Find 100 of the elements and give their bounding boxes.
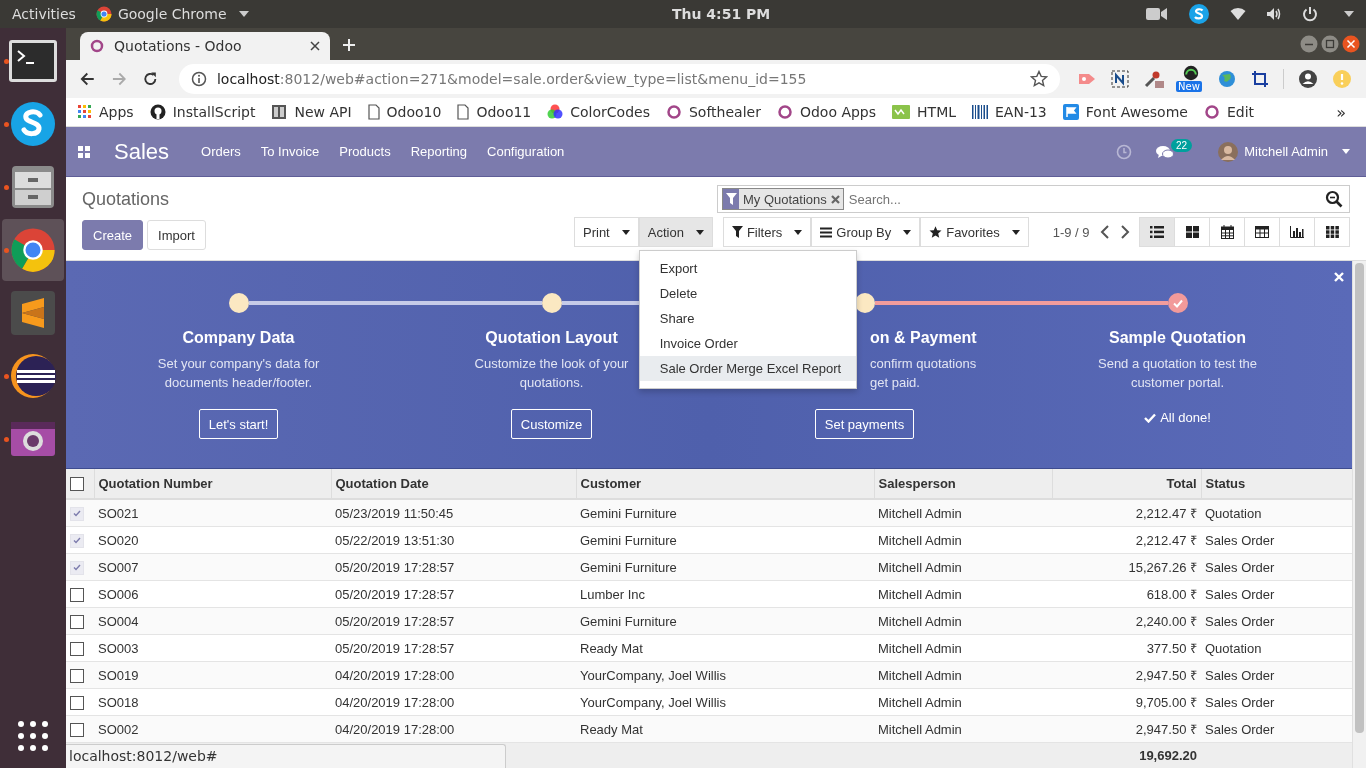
table-cell: 15,267.26 ₹ (1052, 553, 1201, 581)
table-cell: Mitchell Admin (874, 715, 1052, 743)
table-cell: SO020 (94, 526, 331, 554)
pager-value: 1-9 / 9 (1052, 224, 1090, 240)
table-cell: Gemini Furniture (576, 607, 874, 635)
status-url-tooltip: localhost:8012/web# (66, 744, 506, 768)
table-cell: 9,705.00 ₹ (1052, 688, 1201, 716)
address-bar[interactable]: localhost:8012/web#action=271&model=sale.order&view_type=list&menu_id=155 (178, 64, 1060, 94)
column-header[interactable]: Total (1052, 469, 1201, 499)
bookmark-link[interactable]: Edit (1203, 104, 1255, 120)
action-button[interactable]: Action (638, 217, 713, 247)
table-cell: 2,947.50 ₹ (1052, 715, 1201, 743)
table-cell: Mitchell Admin (874, 499, 1052, 527)
column-header[interactable]: Quotation Date (331, 469, 576, 499)
table-cell: Mitchell Admin (874, 553, 1052, 581)
table-cell: Lumber Inc (576, 580, 874, 608)
table-cell: 05/20/2019 17:28:57 (331, 634, 576, 662)
table-cell: Mitchell Admin (874, 661, 1052, 689)
menu-link[interactable]: To Invoice (260, 144, 320, 159)
column-header[interactable]: Salesperson (874, 469, 1052, 499)
bookmark-link[interactable]: InstallScript (149, 104, 256, 120)
menu-item[interactable]: Export (639, 256, 856, 281)
browser-tab[interactable]: Quotations - Odoo (80, 32, 330, 60)
table-cell: 2,212.47 ₹ (1052, 499, 1201, 527)
bookmark-link[interactable]: Odoo Apps (776, 104, 877, 120)
table-cell: Gemini Furniture (576, 499, 874, 527)
menu-link[interactable]: Reporting (410, 144, 467, 159)
menu-link[interactable]: Configuration (487, 144, 565, 159)
column-header[interactable]: Quotation Number (94, 469, 331, 499)
table-cell: SO019 (94, 661, 331, 689)
table-cell: SO021 (94, 499, 331, 527)
new-badge: New (1176, 81, 1202, 92)
bookmark-link[interactable]: Apps (78, 104, 134, 120)
bookmark-link[interactable]: Odoo11 (457, 104, 532, 120)
app-menu-button[interactable]: Google Chrome (95, 6, 249, 22)
menu-link[interactable]: Orders (201, 144, 241, 159)
table-cell: 2,947.50 ₹ (1052, 661, 1201, 689)
search-field[interactable]: My Quotations Search... (717, 185, 1350, 213)
import-button[interactable]: Import (147, 220, 206, 250)
table-cell: SO007 (94, 553, 331, 581)
column-header[interactable]: Status (1201, 469, 1352, 499)
print-button[interactable]: Print (574, 217, 639, 247)
table-cell: Ready Mat (576, 634, 874, 662)
step-title: Quotation Layout (485, 329, 618, 347)
table-cell: SO004 (94, 607, 331, 635)
bookmark-link[interactable]: New API (271, 104, 352, 120)
user-menu-button[interactable]: Mitchell Admin (1218, 141, 1350, 162)
table-cell: YourCompany, Joel Willis (576, 688, 874, 716)
bookmark-link[interactable]: EAN-13 (972, 104, 1047, 120)
bookmark-link[interactable]: Odoo10 (367, 104, 442, 120)
filters-button[interactable]: Filters (722, 217, 812, 247)
menu-item[interactable]: Invoice Order (639, 331, 856, 356)
table-cell: SO003 (94, 634, 331, 662)
table-cell: Gemini Furniture (576, 526, 874, 554)
create-button[interactable]: Create (82, 220, 144, 250)
table-cell: SO018 (94, 688, 331, 716)
app-title: Sales (114, 138, 170, 165)
clock[interactable]: Thu 4:51 PM (672, 6, 771, 22)
step-title: on & Payment (870, 329, 977, 347)
table-cell: Gemini Furniture (576, 553, 874, 581)
table-cell: 377.50 ₹ (1052, 634, 1201, 662)
step-description: Send a quotation to test the customer portal. (1098, 355, 1257, 392)
table-cell: 2,212.47 ₹ (1052, 526, 1201, 554)
filter-facet[interactable]: My Quotations (722, 188, 844, 210)
message-count-badge: 22 (1171, 138, 1193, 152)
bookmark-link[interactable]: ColorCodes (547, 104, 650, 120)
table-cell: Ready Mat (576, 715, 874, 743)
table-cell: 04/20/2019 17:28:00 (331, 688, 576, 716)
step-button[interactable]: Customize (510, 409, 593, 439)
step-button[interactable]: Let's start! (198, 409, 279, 439)
url-text[interactable]: localhost:8012/web#action=271&model=sale.order&view_type=list&menu_id=155 (216, 71, 807, 87)
table-cell: Mitchell Admin (874, 688, 1052, 716)
total-sum: 19,692.20 (1052, 742, 1201, 768)
step-description: Set your company's data for documents header/footer. (157, 355, 320, 392)
menu-item[interactable]: Share (639, 306, 856, 331)
favorites-button[interactable]: Favorites (920, 217, 1029, 247)
table-cell: Mitchell Admin (874, 526, 1052, 554)
step-title: Company Data (182, 329, 295, 347)
table-cell: 05/20/2019 17:28:57 (331, 580, 576, 608)
bookmark-link[interactable]: HTML (892, 104, 956, 120)
menu-item[interactable]: Delete (639, 281, 856, 306)
activities-button[interactable]: Activities (12, 6, 76, 22)
table-cell: 618.00 ₹ (1052, 580, 1201, 608)
column-header[interactable]: Customer (576, 469, 874, 499)
page-title: Quotations (82, 189, 171, 210)
table-cell: SO002 (94, 715, 331, 743)
bookmark-link[interactable]: Softhealer (665, 104, 761, 120)
step-button[interactable]: Set payments (814, 409, 915, 439)
bookmark-link[interactable]: Font Awesome (1062, 104, 1188, 120)
table-cell: 04/20/2019 17:28:00 (331, 661, 576, 689)
table-cell: Mitchell Admin (874, 607, 1052, 635)
menu-link[interactable]: Products (339, 144, 391, 159)
table-cell: Mitchell Admin (874, 580, 1052, 608)
step-description: confirm quotations get paid. (870, 355, 977, 392)
menu-item[interactable]: Sale Order Merge Excel Report (639, 356, 856, 381)
step-title: Sample Quotation (1109, 329, 1246, 347)
table-cell: 05/20/2019 17:28:57 (331, 607, 576, 635)
group-by-button[interactable]: Group By (811, 217, 921, 247)
more-bookmarks-button[interactable]: » (1336, 102, 1346, 122)
done-label: All done! (1144, 410, 1211, 425)
